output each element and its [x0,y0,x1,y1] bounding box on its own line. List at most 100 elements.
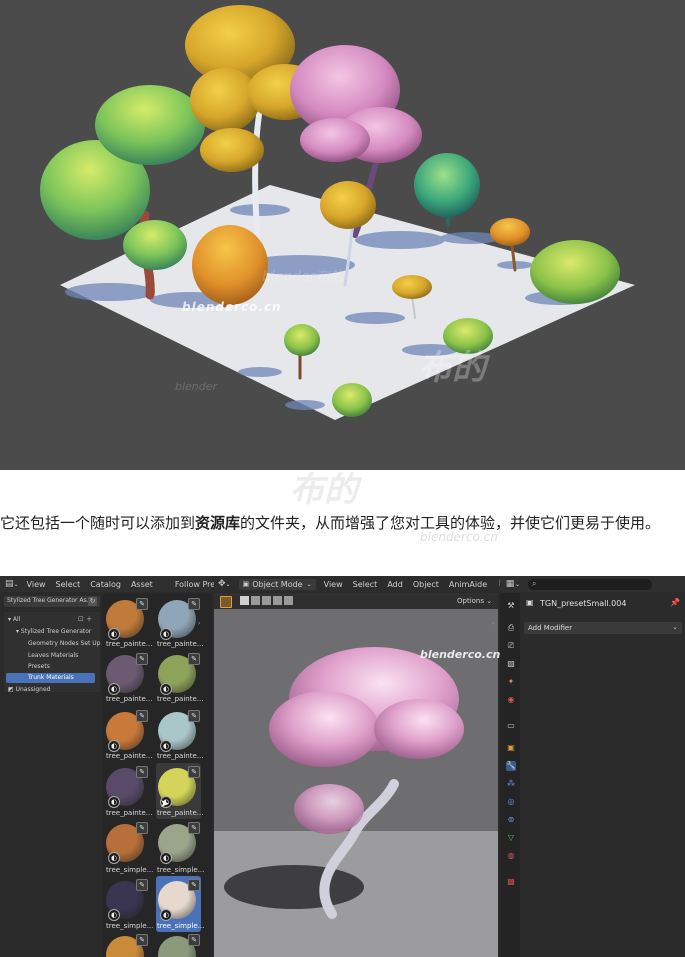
catalog-item-presets[interactable]: Presets [28,663,50,670]
menu-catalog[interactable]: Catalog [90,580,121,589]
material-type-icon: ◐ [160,852,172,864]
viewport-menu-add[interactable]: Add [387,580,403,589]
catalog-item-trunk-materials[interactable]: Trunk Materials [6,673,95,683]
viewport-menu-select[interactable]: Select [353,580,378,589]
select-mode-new-icon[interactable] [240,596,249,605]
select-mode-buttons [240,596,293,605]
tab-particles-icon[interactable]: ⁂ [506,779,516,789]
asset-edit-icon[interactable]: ✎ [136,934,148,946]
paragraph-text-2: 的文件夹，从而增强了您对工具的体验，并使它们更易于使用。 [240,514,661,532]
add-catalog-icon[interactable]: ⊡ + [78,615,92,623]
asset-label: tree_simple... [157,866,205,874]
material-type-icon: ◐ [108,628,120,640]
asset-label: tree_simple... [106,922,154,930]
asset-edit-icon[interactable]: ✎ [188,653,200,665]
paragraph-bold-asset-library: 资源库 [195,514,241,532]
tab-data-icon[interactable]: ▽ [506,833,516,843]
asset-edit-icon[interactable]: ✎ [136,766,148,778]
catalog-item-leaves-materials[interactable]: Leaves Materials [28,652,78,659]
toolbar-collapse-icon[interactable]: › [198,620,200,627]
tab-scene-icon[interactable]: ✦ [506,677,516,687]
asset-edit-icon[interactable]: ✎ [136,598,148,610]
asset-edit-icon[interactable]: ✎ [188,598,200,610]
library-name: Stylized Tree Generator As... [7,597,93,604]
tab-constraints-icon[interactable]: ⊚ [506,815,516,825]
tab-texture-icon[interactable]: ▩ [506,877,516,887]
tab-object-icon[interactable]: ▣ [506,743,516,753]
select-tool-icon[interactable] [220,596,232,608]
viewport-editor-dropdown-icon[interactable]: ⌄ [226,581,231,588]
add-modifier-label: Add Modifier [528,624,573,632]
tab-render-icon[interactable]: ⎙ [506,623,516,633]
catalog-item-stylized-tree-generator[interactable]: ▾ Stylized Tree Generator [16,628,91,635]
asset-edit-icon[interactable]: ✎ [188,766,200,778]
tab-world-icon[interactable]: ◉ [506,695,516,705]
asset-label: tree_painte... [106,809,153,817]
catalog-item-geometry-nodes[interactable]: Geometry Nodes Set Up [28,640,100,647]
asset-edit-icon[interactable]: ✎ [188,934,200,946]
article-paragraph: 它还包括一个随时可以添加到资源库的文件夹，从而增强了您对工具的体验，并使它们更易… [0,511,680,536]
object-name[interactable]: TGN_presetSmall.004 [540,599,626,608]
menu-select[interactable]: Select [56,580,81,589]
select-mode-invert-icon[interactable] [273,596,282,605]
asset-label: tree_painte... [157,809,204,817]
material-type-icon: ◐ [160,628,172,640]
refresh-icon[interactable]: ↻ [88,597,97,606]
search-icon: ⌕ [532,579,537,588]
asset-edit-icon[interactable]: ✎ [188,879,200,891]
properties-search-field[interactable]: ⌕ [528,578,653,590]
tab-material-icon[interactable]: ◍ [506,851,516,861]
menu-view[interactable]: View [27,580,46,589]
asset-edit-icon[interactable]: ✎ [136,653,148,665]
asset-edit-icon[interactable]: ✎ [188,710,200,722]
asset-label: tree_simple... [106,866,154,874]
asset-edit-icon[interactable]: ✎ [136,879,148,891]
viewport-menu-view[interactable]: View [324,580,343,589]
object-mode-dropdown[interactable]: ▣ Object Mode ⌄ [238,578,316,590]
properties-editor-dropdown-icon[interactable]: ⌄ [515,581,520,588]
tab-tool-icon[interactable]: ⚒ [506,601,516,611]
catalog-item-unassigned[interactable]: ◩ Unassigned [8,686,50,693]
blender-screenshot: ▤ ⌄ View Select Catalog Asset Follow Pre… [0,576,685,957]
editor-type-icon[interactable]: ▤ [5,579,14,589]
viewport-menu-animaide[interactable]: AnimAide [449,580,487,589]
viewport-canvas[interactable] [214,609,498,957]
site-watermark-viewport: blenderco.cn [420,648,501,661]
catalog-item-all[interactable]: ▾ All [8,616,20,623]
select-mode-extend-icon[interactable] [251,596,260,605]
tab-modifiers-icon[interactable]: 🔧 [506,761,516,771]
tab-view-layer-icon[interactable]: ▨ [506,659,516,669]
chevron-down-icon: ⌄ [672,623,678,631]
object-type-icon: ▣ [526,598,534,607]
mouse-cursor-icon: ➤ [160,797,170,810]
asset-label: tree_painte... [157,640,204,648]
sidebar-collapse-icon[interactable]: ‹ [492,620,494,627]
viewport-editor-type-icon[interactable]: ✥ [218,579,226,589]
options-dropdown[interactable]: Options ⌄ [457,597,492,605]
catalog-item-label: Unassigned [15,686,51,693]
tab-physics-icon[interactable]: ◎ [506,797,516,807]
top-render-image: blender布的 blenderco.cn blender 布的 [0,0,685,470]
menu-asset[interactable]: Asset [131,580,153,589]
editor-type-dropdown-icon[interactable]: ⌄ [14,581,19,588]
asset-edit-icon[interactable]: ✎ [136,822,148,834]
site-watermark-top: blenderco.cn [182,300,282,314]
select-mode-subtract-icon[interactable] [262,596,271,605]
library-selector[interactable]: Stylized Tree Generator As... [4,596,100,607]
tab-collection-icon[interactable]: ▭ [506,721,516,731]
properties-editor-type-icon[interactable]: ▦ [505,579,515,589]
add-modifier-button[interactable]: Add Modifier ⌄ [524,622,682,634]
asset-edit-icon[interactable]: ✎ [136,710,148,722]
pin-icon[interactable]: 📌 [670,598,680,607]
catalog-item-label: All [12,616,21,623]
asset-edit-icon[interactable]: ✎ [188,822,200,834]
material-type-icon: ◐ [108,909,120,921]
tab-output-icon[interactable]: ⎚ [506,641,516,651]
select-mode-intersect-icon[interactable] [284,596,293,605]
properties-tabs: ⚒ ⎙ ⎚ ▨ ✦ ◉ ▭ ▣ 🔧 ⁂ ◎ ⊚ ▽ ◍ ▩ [500,593,520,957]
asset-label: tree_painte... [157,695,204,703]
viewport-header: ✥ ⌄ ▣ Object Mode ⌄ View Select Add Obje… [214,576,512,592]
viewport-menu-object[interactable]: Object [413,580,439,589]
material-type-icon: ◐ [160,909,172,921]
asset-browser-header: ▤ ⌄ View Select Catalog Asset Follow Pre… [0,576,226,592]
